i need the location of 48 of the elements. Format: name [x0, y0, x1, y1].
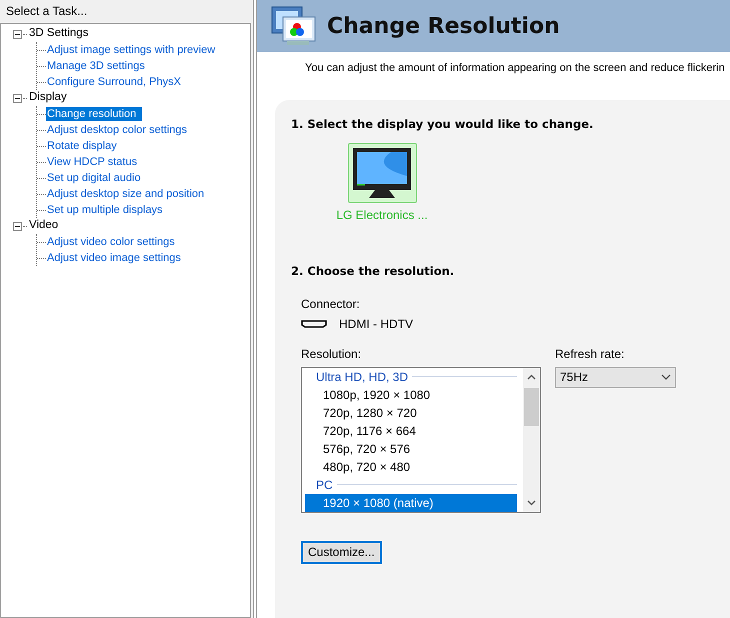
- collapse-icon[interactable]: [13, 30, 22, 38]
- refresh-rate-dropdown[interactable]: 75Hz: [555, 366, 676, 388]
- tree-item[interactable]: Set up multiple displays: [46, 203, 164, 217]
- connector-value: HDMI - HDTV: [339, 316, 413, 332]
- display-name: LG Electronics ...: [336, 207, 428, 224]
- tree-category[interactable]: Video: [28, 217, 60, 235]
- tree-item[interactable]: Adjust video color settings: [46, 235, 176, 249]
- tree-item[interactable]: Adjust desktop color settings: [46, 123, 188, 137]
- scroll-up-icon[interactable]: [527, 374, 536, 380]
- tree-item[interactable]: Adjust desktop size and position: [46, 187, 206, 201]
- tree-item[interactable]: Set up digital audio: [46, 171, 142, 185]
- collapse-icon[interactable]: [13, 222, 22, 230]
- tree-category[interactable]: 3D Settings: [28, 25, 90, 43]
- tree-item[interactable]: Manage 3D settings: [46, 59, 146, 73]
- section-heading: 1. Select the display you would like to change.: [291, 116, 594, 133]
- resolution-option[interactable]: 576p, 720 × 576: [305, 440, 517, 458]
- scrollbar[interactable]: [523, 368, 540, 512]
- refresh-rate-label: Refresh rate:: [555, 346, 626, 362]
- sidebar-title: Select a Task...: [5, 3, 88, 20]
- tree-item[interactable]: Change resolution: [46, 107, 142, 121]
- resolution-option[interactable]: 1080p, 1920 × 1080: [305, 386, 517, 404]
- monitor-color-icon: [271, 5, 317, 47]
- monitor-icon: [351, 146, 413, 200]
- chevron-down-icon: [661, 374, 671, 380]
- customize-button[interactable]: Customize...: [301, 540, 382, 564]
- tree-item[interactable]: Configure Surround, PhysX: [46, 75, 182, 89]
- connector-label: Connector:: [301, 296, 361, 310]
- tree-item[interactable]: Adjust video image settings: [46, 251, 182, 265]
- group-header: Ultra HD, HD, 3D: [316, 368, 408, 386]
- group-header: PC: [316, 476, 333, 494]
- resolution-option[interactable]: 720p, 1176 × 664: [305, 422, 517, 440]
- tree-item[interactable]: Adjust image settings with preview: [46, 43, 216, 57]
- tree-item[interactable]: View HDCP status: [46, 155, 138, 169]
- scroll-down-icon[interactable]: [527, 500, 536, 506]
- collapse-icon[interactable]: [13, 94, 22, 102]
- section-heading: 2. Choose the resolution.: [291, 263, 456, 280]
- resolution-listbox[interactable]: Ultra HD, HD, 3D 1080p, 1920 × 1080 720p, 1280 × 720 720p, 1176 × 664 576p, 720 × 576 480p, 720 × 480 PC 1920 × 1080 (native): [301, 366, 541, 512]
- tree-category[interactable]: Display: [28, 89, 68, 107]
- display-tile[interactable]: [348, 143, 416, 204]
- resolution-option[interactable]: 720p, 1280 × 720: [305, 404, 517, 422]
- resolution-option[interactable]: 480p, 720 × 480: [305, 458, 517, 476]
- page-description: You can adjust the amount of information appearing on the screen and reduce flickerin: [304, 61, 726, 76]
- page-title: Change Resolution: [327, 12, 560, 40]
- hdmi-port-icon: [301, 320, 327, 328]
- scroll-thumb[interactable]: [524, 388, 539, 426]
- resolution-option[interactable]: 1920 × 1080 (native): [305, 494, 517, 512]
- tree-item[interactable]: Rotate display: [46, 139, 118, 153]
- resolution-label: Resolution:: [301, 346, 362, 362]
